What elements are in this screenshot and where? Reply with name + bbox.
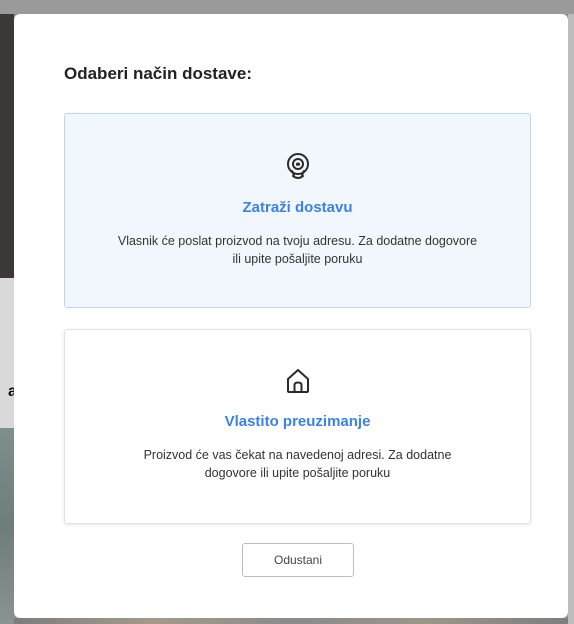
option-heading: Vlastito preuzimanje [224, 413, 371, 430]
option-description: Proizvod će vas čekat na navedenoj adres… [143, 448, 452, 480]
background-dark-panel [0, 14, 14, 278]
background-light-panel [0, 278, 14, 428]
background-photo [0, 428, 14, 624]
option-self-pickup[interactable]: Vlastito preuzimanje Proizvod će vas ček… [64, 329, 531, 524]
delivery-method-modal: Odaberi način dostave: Zatraži dostavu V… [14, 14, 568, 618]
option-request-delivery[interactable]: Zatraži dostavu Vlasnik će poslat proizv… [64, 113, 531, 308]
modal-title: Odaberi način dostave: [64, 64, 252, 83]
background-right-edge [568, 14, 574, 624]
background-bottom-edge [14, 618, 568, 624]
background-header [0, 0, 574, 14]
option-description: Vlasnik će poslat proizvod na tvoju adre… [117, 234, 478, 266]
option-heading: Zatraži dostavu [242, 199, 353, 216]
cancel-button[interactable]: Odustani [242, 543, 354, 577]
location-pin-icon [286, 153, 309, 179]
house-icon [286, 369, 309, 393]
